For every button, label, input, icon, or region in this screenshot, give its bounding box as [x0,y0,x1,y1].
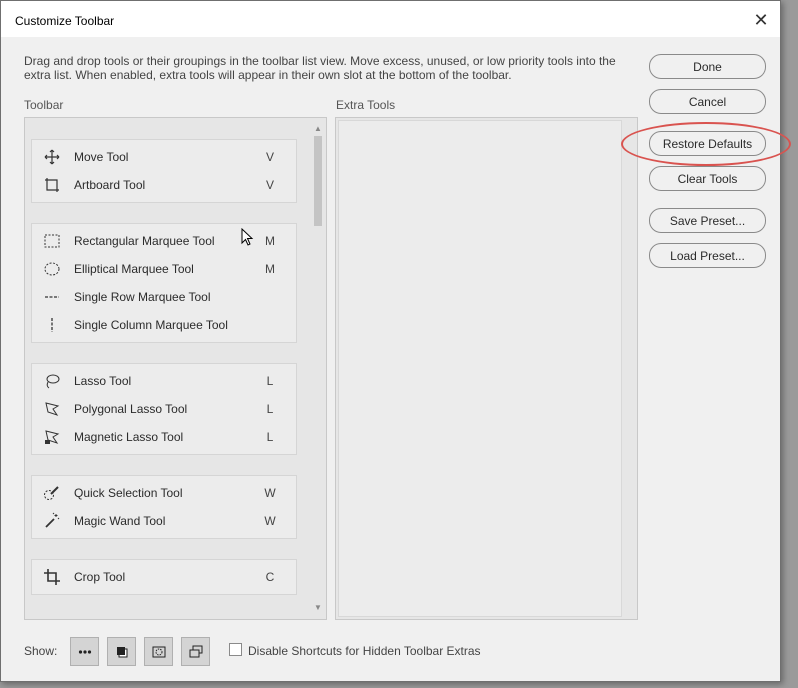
tool-name: Elliptical Marquee Tool [74,262,194,276]
toolbar-list[interactable]: Move Tool V Artboard Tool V Rectangular Marq… [24,117,327,620]
highlight-ring [621,122,791,166]
tool-row[interactable]: Move Tool V [32,143,296,171]
ellipse-marquee-icon [42,259,62,279]
rect-marquee-icon [42,231,62,251]
tool-row[interactable]: Elliptical Marquee Tool M [32,255,296,283]
scroll-thumb[interactable] [314,136,322,226]
disable-shortcuts-label[interactable]: Disable Shortcuts for Hidden Toolbar Ext… [248,644,481,658]
toolbar-list-scrollbar[interactable]: ▲ ▼ [310,118,326,619]
clear-tools-button[interactable]: Clear Tools [649,166,766,191]
foreground-background-icon[interactable] [107,637,136,666]
tool-name: Rectangular Marquee Tool [74,234,215,248]
scroll-up-icon[interactable]: ▲ [310,122,326,136]
tool-shortcut: M [265,262,275,276]
customize-toolbar-dialog: Customize Toolbar ✕ Drag and drop tools … [0,0,791,682]
tool-shortcut: V [265,150,274,164]
tool-group[interactable]: Lasso Tool L Polygonal Lasso Tool L Magnetic… [31,363,297,455]
tool-group[interactable]: Crop Tool C [31,559,297,595]
toolbar-column-label: Toolbar [24,98,64,112]
tool-name: Lasso Tool [74,374,132,388]
tool-row[interactable]: Quick Selection Tool W [32,479,296,507]
tool-group[interactable]: Quick Selection Tool W Magic Wand Tool W [31,475,297,539]
tool-name: Quick Selection Tool [74,486,183,500]
tool-row[interactable]: Single Column Marquee Tool [32,311,296,339]
extra-tools-dropzone[interactable] [338,120,622,617]
close-icon[interactable]: ✕ [748,7,774,33]
artboard-icon [42,175,62,195]
instructions-text: Drag and drop tools or their groupings i… [24,54,616,82]
tool-group[interactable]: Rectangular Marquee Tool M Elliptical Marq… [31,223,297,343]
scroll-down-icon[interactable]: ▼ [310,601,326,615]
magic-wand-icon [42,511,62,531]
bottom-bar: Show: Disable Shortcuts for Hidden Toolb… [24,637,764,667]
row-marquee-icon [42,287,62,307]
tool-shortcut: W [264,486,276,500]
quick-selection-icon [42,483,62,503]
lasso-icon [42,371,62,391]
column-marquee-icon [42,315,62,335]
cancel-button[interactable]: Cancel [649,89,766,114]
tool-name: Single Column Marquee Tool [74,318,228,332]
tool-name: Magnetic Lasso Tool [74,430,184,444]
tool-row[interactable]: Magic Wand Tool W [32,507,296,535]
tool-row[interactable]: Magnetic Lasso Tool L [32,423,296,451]
tool-row[interactable]: Artboard Tool V [32,171,296,199]
tool-shortcut: L [266,374,274,388]
dialog-title: Customize Toolbar [15,14,115,28]
tool-row[interactable]: Rectangular Marquee Tool M [32,227,296,255]
tool-name: Artboard Tool [74,178,146,192]
tool-row[interactable]: Single Row Marquee Tool [32,283,296,311]
tool-row[interactable]: Lasso Tool L [32,367,296,395]
crop-icon [42,567,62,587]
title-bar: Customize Toolbar ✕ [1,1,780,37]
extra-tools-column-label: Extra Tools [336,98,396,112]
tool-groups: Move Tool V Artboard Tool V Rectangular Marq… [31,139,297,615]
tool-name: Magic Wand Tool [74,514,166,528]
save-preset-button[interactable]: Save Preset... [649,208,766,233]
disable-shortcuts-checkbox[interactable] [229,643,242,656]
show-label: Show: [24,644,58,658]
tool-shortcut: L [266,430,274,444]
tool-shortcut: C [265,570,275,584]
magnetic-lasso-icon [42,427,62,447]
tool-shortcut: M [265,234,275,248]
tool-name: Crop Tool [74,570,126,584]
tool-name: Polygonal Lasso Tool [74,402,188,416]
tool-row[interactable]: Crop Tool C [32,563,296,591]
done-button[interactable]: Done [649,54,766,79]
mouse-cursor-icon [241,227,255,251]
tool-row[interactable]: Polygonal Lasso Tool L [32,395,296,423]
tool-group[interactable]: Move Tool V Artboard Tool V [31,139,297,203]
quick-mask-icon[interactable] [144,637,173,666]
extra-tools-icon[interactable] [70,637,99,666]
tool-shortcut: L [266,402,274,416]
extra-tools-list[interactable] [335,117,638,620]
tool-name: Move Tool [74,150,129,164]
tool-shortcut: V [265,178,274,192]
load-preset-button[interactable]: Load Preset... [649,243,766,268]
screen-mode-icon[interactable] [181,637,210,666]
tool-shortcut: W [264,514,276,528]
polygonal-lasso-icon [42,399,62,419]
tool-name: Single Row Marquee Tool [74,290,211,304]
move-icon [42,147,62,167]
